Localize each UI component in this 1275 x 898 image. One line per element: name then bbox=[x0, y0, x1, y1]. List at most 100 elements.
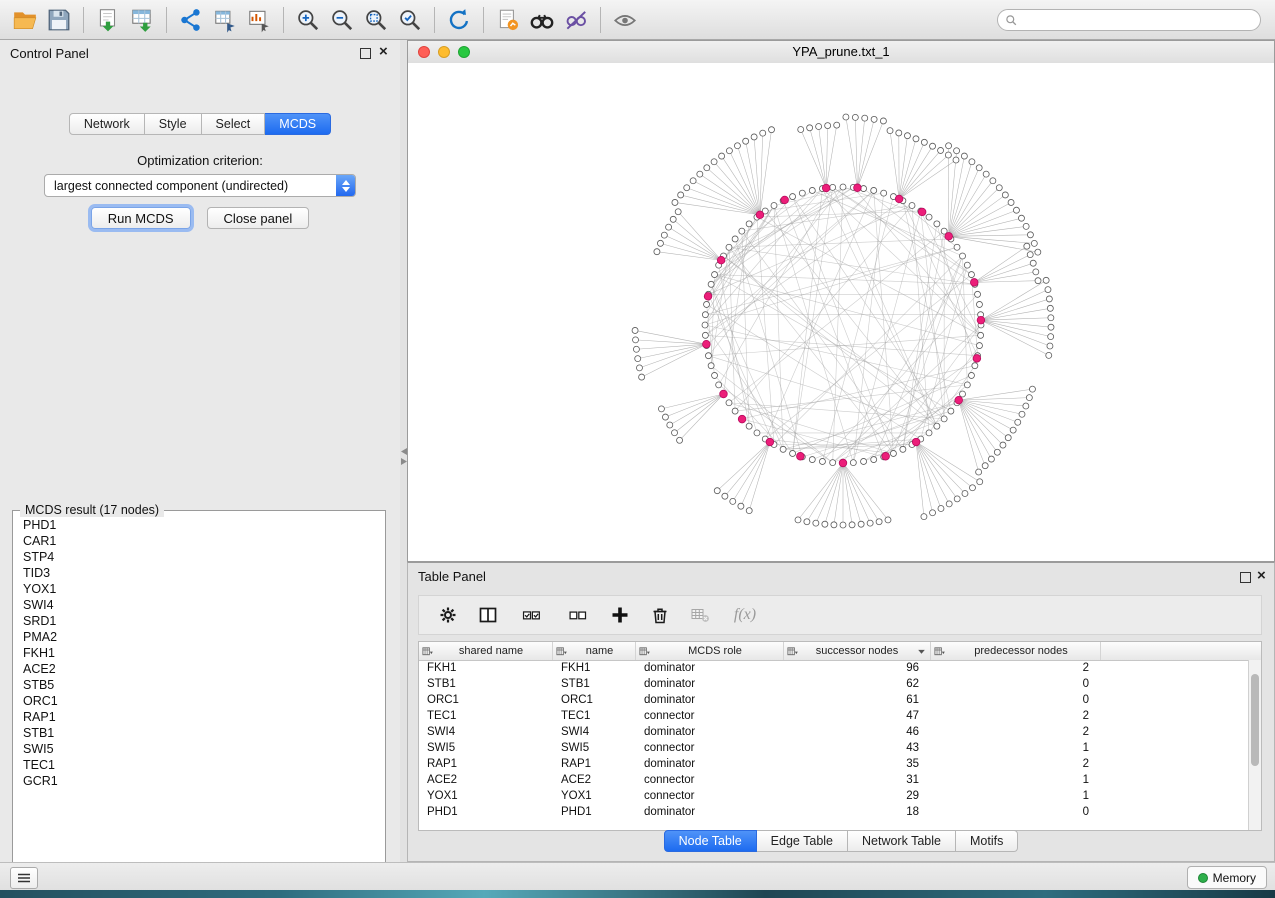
column-header-filler bbox=[1101, 642, 1261, 660]
status-menu-button[interactable] bbox=[10, 867, 38, 889]
table-row[interactable]: TEC1TEC1connector472 bbox=[419, 708, 1249, 724]
mcds-result-item[interactable]: STB1 bbox=[23, 725, 383, 741]
zoom-out-button[interactable] bbox=[325, 4, 359, 36]
save-button[interactable] bbox=[42, 4, 76, 36]
function-builder-button[interactable]: f(x) bbox=[725, 600, 765, 630]
column-header-predecessor-nodes[interactable]: predecessor nodes bbox=[931, 642, 1101, 660]
mcds-result-item[interactable]: PHD1 bbox=[23, 517, 383, 533]
export-table-button[interactable] bbox=[208, 4, 242, 36]
splitter-collapse-arrows[interactable] bbox=[400, 448, 407, 465]
mcds-result-item[interactable]: SWI5 bbox=[23, 741, 383, 757]
column-header-successor-nodes[interactable]: successor nodes bbox=[784, 642, 931, 660]
mcds-result-item[interactable]: FKH1 bbox=[23, 645, 383, 661]
attribute-icon bbox=[934, 646, 945, 657]
tab-network[interactable]: Network bbox=[69, 113, 145, 135]
tab-mcds[interactable]: MCDS bbox=[265, 113, 331, 135]
column-header-shared-name[interactable]: shared name bbox=[419, 642, 553, 660]
import-table-icon bbox=[129, 7, 155, 33]
import-network-button[interactable] bbox=[91, 4, 125, 36]
scrollbar-thumb[interactable] bbox=[1251, 674, 1259, 766]
mcds-result-item[interactable]: RAP1 bbox=[23, 709, 383, 725]
zoom-out-icon bbox=[329, 7, 355, 33]
tab-edge-table[interactable]: Edge Table bbox=[757, 830, 848, 852]
mcds-result-item[interactable]: ORC1 bbox=[23, 693, 383, 709]
add-column-button[interactable] bbox=[605, 600, 635, 630]
table-row[interactable]: RAP1RAP1dominator352 bbox=[419, 756, 1249, 772]
table-row[interactable]: FKH1FKH1dominator962 bbox=[419, 660, 1249, 676]
hide-details-button[interactable] bbox=[559, 4, 593, 36]
table-cell-name: FKH1 bbox=[553, 662, 636, 674]
table-scrollbar[interactable] bbox=[1248, 660, 1261, 830]
float-table-panel-button[interactable] bbox=[1240, 572, 1251, 583]
column-header-mcds-role[interactable]: MCDS role bbox=[636, 642, 784, 660]
table-cell-predecessors: 2 bbox=[931, 710, 1101, 722]
delete-table-button[interactable] bbox=[685, 600, 715, 630]
tab-select[interactable]: Select bbox=[202, 113, 266, 135]
zoom-selected-button[interactable] bbox=[393, 4, 427, 36]
mcds-result-item[interactable]: GCR1 bbox=[23, 773, 383, 789]
table-cell-predecessors: 1 bbox=[931, 790, 1101, 802]
mcds-result-item[interactable]: ACE2 bbox=[23, 661, 383, 677]
network-window-titlebar[interactable]: YPA_prune.txt_1 bbox=[408, 41, 1274, 64]
criterion-dropdown[interactable]: largest connected component (undirected) bbox=[44, 174, 356, 197]
run-mcds-button[interactable]: Run MCDS bbox=[91, 207, 191, 229]
table-cell-successors: 18 bbox=[784, 806, 931, 818]
close-panel-icon-button[interactable]: × bbox=[379, 43, 388, 61]
network-graph bbox=[408, 63, 1274, 561]
mcds-result-item[interactable]: CAR1 bbox=[23, 533, 383, 549]
tab-style[interactable]: Style bbox=[145, 113, 202, 135]
deselect-all-icon bbox=[568, 605, 588, 625]
table-row[interactable]: SWI4SWI4dominator462 bbox=[419, 724, 1249, 740]
share-document-button[interactable] bbox=[491, 4, 525, 36]
mcds-result-item[interactable]: STP4 bbox=[23, 549, 383, 565]
tab-network-table[interactable]: Network Table bbox=[848, 830, 956, 852]
show-columns-button[interactable] bbox=[473, 600, 503, 630]
table-row[interactable]: PHD1PHD1dominator180 bbox=[419, 804, 1249, 820]
mcds-result-item[interactable]: SRD1 bbox=[23, 613, 383, 629]
node-table: shared name name MCDS role successor nod… bbox=[418, 641, 1262, 831]
table-row[interactable]: STB1STB1dominator620 bbox=[419, 676, 1249, 692]
memory-button[interactable]: Memory bbox=[1187, 866, 1267, 889]
table-cell-role: connector bbox=[636, 742, 784, 754]
table-row[interactable]: SWI5SWI5connector431 bbox=[419, 740, 1249, 756]
table-row[interactable]: ORC1ORC1dominator610 bbox=[419, 692, 1249, 708]
import-table-button[interactable] bbox=[125, 4, 159, 36]
deselect-all-button[interactable] bbox=[561, 600, 595, 630]
refresh-button[interactable] bbox=[442, 4, 476, 36]
table-cell-role: dominator bbox=[636, 662, 784, 674]
float-window-button[interactable] bbox=[360, 48, 371, 59]
table-cell-predecessors: 0 bbox=[931, 678, 1101, 690]
table-row[interactable]: YOX1YOX1connector291 bbox=[419, 788, 1249, 804]
zoom-in-button[interactable] bbox=[291, 4, 325, 36]
mcds-result-item[interactable]: TEC1 bbox=[23, 757, 383, 773]
toolbar-separator bbox=[83, 7, 84, 33]
column-header-name[interactable]: name bbox=[553, 642, 636, 660]
table-cell-predecessors: 0 bbox=[931, 806, 1101, 818]
export-network-button[interactable] bbox=[174, 4, 208, 36]
zoom-fit-button[interactable] bbox=[359, 4, 393, 36]
mcds-result-item[interactable]: STB5 bbox=[23, 677, 383, 693]
tab-motifs[interactable]: Motifs bbox=[956, 830, 1018, 852]
open-file-button[interactable] bbox=[8, 4, 42, 36]
mcds-result-item[interactable]: PMA2 bbox=[23, 629, 383, 645]
search-input[interactable] bbox=[1022, 12, 1260, 28]
search-box[interactable] bbox=[997, 9, 1261, 31]
close-panel-button[interactable]: Close panel bbox=[207, 207, 310, 229]
show-details-button[interactable] bbox=[608, 4, 642, 36]
delete-column-button[interactable] bbox=[645, 600, 675, 630]
binoculars-button[interactable] bbox=[525, 4, 559, 36]
tab-node-table[interactable]: Node Table bbox=[664, 830, 757, 852]
close-table-panel-button[interactable]: × bbox=[1257, 567, 1266, 585]
mcds-result-item[interactable]: SWI4 bbox=[23, 597, 383, 613]
mcds-result-item[interactable]: TID3 bbox=[23, 565, 383, 581]
mcds-result-item[interactable]: YOX1 bbox=[23, 581, 383, 597]
table-settings-button[interactable] bbox=[433, 600, 463, 630]
table-cell-shared_name: RAP1 bbox=[419, 758, 553, 770]
mcds-result-list[interactable]: PHD1CAR1STP4TID3YOX1SWI4SRD1PMA2FKH1ACE2… bbox=[15, 517, 383, 877]
export-image-button[interactable] bbox=[242, 4, 276, 36]
network-window-title: YPA_prune.txt_1 bbox=[408, 44, 1274, 59]
table-row[interactable]: ACE2ACE2connector311 bbox=[419, 772, 1249, 788]
select-all-button[interactable] bbox=[513, 600, 551, 630]
mcds-result-groupbox: MCDS result (17 nodes) PHD1CAR1STP4TID3Y… bbox=[12, 510, 386, 880]
network-canvas[interactable] bbox=[408, 63, 1274, 561]
